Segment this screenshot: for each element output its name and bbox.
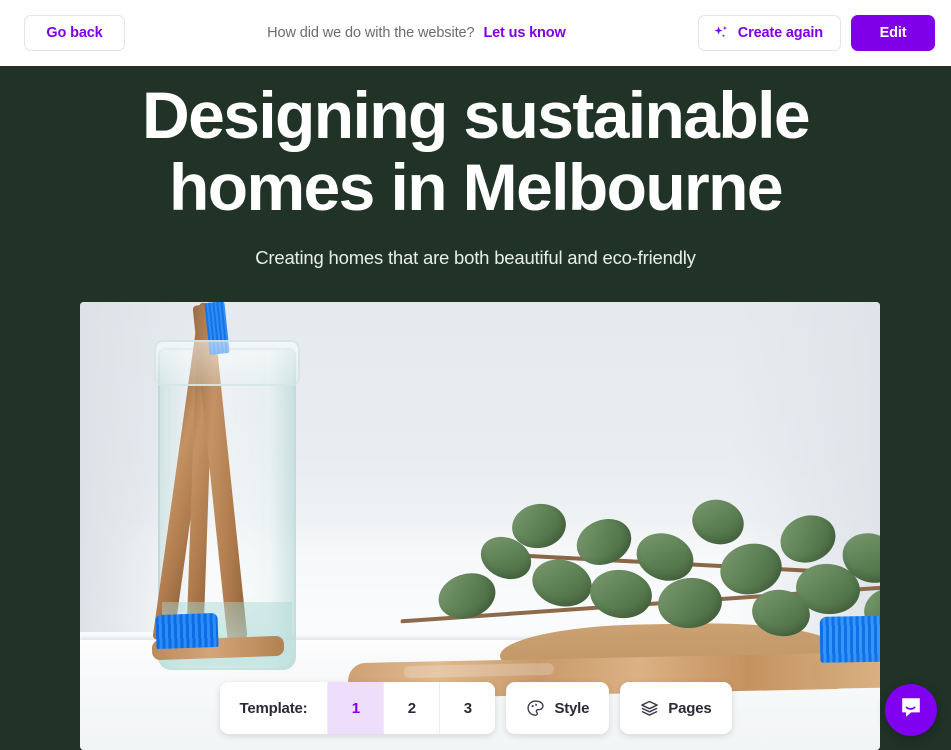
- template-label: Template:: [239, 699, 308, 717]
- pages-label: Pages: [668, 699, 712, 717]
- top-toolbar-right: Create again Edit: [697, 15, 951, 51]
- template-option-2[interactable]: 2: [383, 682, 440, 734]
- chat-launcher-button[interactable]: [885, 684, 937, 736]
- style-label: Style: [554, 699, 590, 717]
- pages-button[interactable]: Pages: [620, 682, 732, 734]
- blue-bristles: [155, 612, 219, 650]
- editor-bottom-toolbar: Template: 1 2 3 Style Pages: [0, 682, 951, 734]
- layers-icon: [640, 699, 659, 718]
- go-back-button[interactable]: Go back: [24, 15, 125, 51]
- create-again-label: Create again: [737, 25, 823, 41]
- website-preview-canvas: Designing sustainable homes in Melbourne…: [0, 66, 951, 750]
- template-option-3[interactable]: 3: [439, 682, 496, 734]
- template-selector: Template: 1 2 3: [219, 682, 496, 734]
- sparkle-icon: [713, 25, 730, 42]
- feedback-prompt: How did we do with the website? Let us k…: [125, 25, 698, 41]
- let-us-know-link[interactable]: Let us know: [483, 25, 565, 41]
- palette-icon: [526, 699, 545, 718]
- top-toolbar-left: Go back: [0, 15, 125, 51]
- style-button[interactable]: Style: [506, 682, 610, 734]
- template-option-1[interactable]: 1: [327, 682, 384, 734]
- page-subtitle: Creating homes that are both beautiful a…: [255, 247, 696, 268]
- eucalyptus-leaf: [569, 511, 639, 573]
- edit-button[interactable]: Edit: [851, 15, 935, 51]
- eucalyptus-leaf: [586, 565, 656, 623]
- top-toolbar: Go back How did we do with the website? …: [0, 0, 951, 66]
- create-again-button[interactable]: Create again: [697, 15, 841, 51]
- chat-bubble-icon: [898, 695, 924, 726]
- feedback-question: How did we do with the website?: [267, 25, 475, 41]
- blue-bristles: [819, 615, 880, 663]
- jar-neck: [154, 340, 300, 386]
- page-title: Designing sustainable homes in Melbourne: [142, 78, 810, 224]
